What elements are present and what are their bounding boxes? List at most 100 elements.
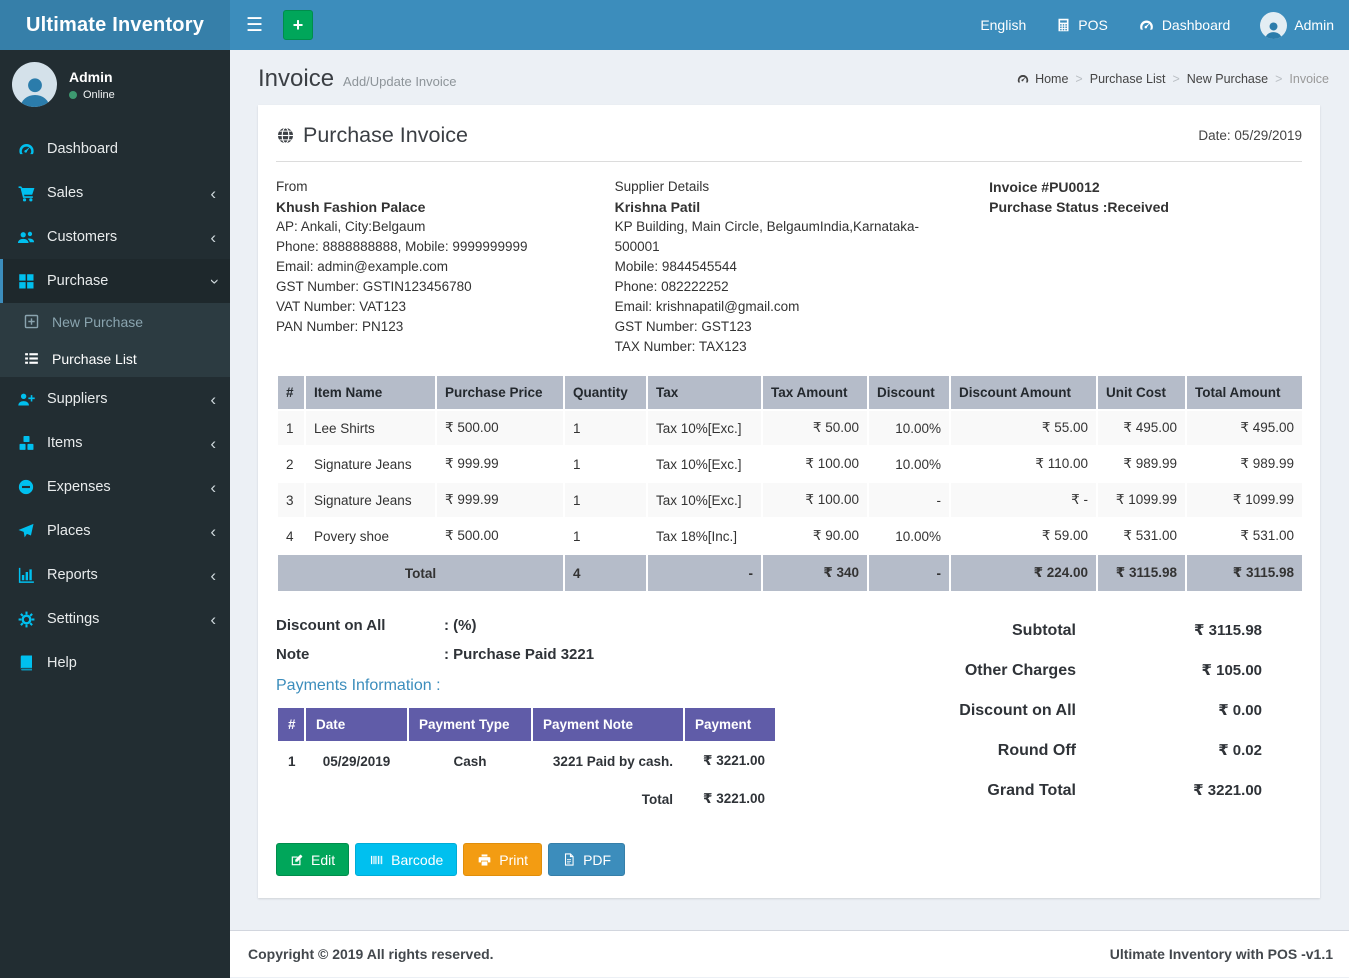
table-cell: Tax 10%[Exc.] bbox=[646, 409, 763, 447]
sidebar-item-expenses[interactable]: Expenses ‹ bbox=[0, 465, 230, 509]
table-cell: 2 bbox=[276, 445, 306, 483]
discount-on-all-value: : (%) bbox=[444, 617, 477, 634]
user-status[interactable]: Online bbox=[69, 89, 115, 101]
minus-circle-icon bbox=[16, 477, 36, 497]
app-logo[interactable]: Ultimate Inventory bbox=[0, 0, 230, 50]
breadcrumb-new-purchase[interactable]: New Purchase bbox=[1187, 72, 1268, 86]
sidebar: Admin Online Dashboard Sales ‹ Customers… bbox=[0, 50, 230, 978]
table-cell: ₹ 531.00 bbox=[1096, 517, 1187, 555]
table-cell: ₹ 100.00 bbox=[761, 481, 869, 519]
table-cell: Tax 10%[Exc.] bbox=[646, 445, 763, 483]
from-name: Khush Fashion Palace bbox=[276, 199, 426, 215]
table-cell: Signature Jeans bbox=[304, 481, 437, 519]
sidebar-item-label: Items bbox=[47, 435, 83, 451]
nav-dashboard-label: Dashboard bbox=[1161, 17, 1231, 33]
sidebar-item-items[interactable]: Items ‹ bbox=[0, 421, 230, 465]
sidebar-item-reports[interactable]: Reports ‹ bbox=[0, 553, 230, 597]
nav-dashboard[interactable]: Dashboard bbox=[1123, 0, 1246, 50]
sidebar-item-purchase-list[interactable]: Purchase List bbox=[0, 340, 230, 377]
table-cell: 1 bbox=[563, 409, 648, 447]
payments-total-row: Total ₹ 3221.00 bbox=[276, 779, 777, 819]
table-cell: 1 bbox=[563, 517, 648, 555]
nav-language[interactable]: English bbox=[965, 0, 1041, 50]
chevron-left-icon: ‹ bbox=[210, 521, 216, 541]
discount-on-all-label: Discount on All bbox=[276, 617, 386, 634]
column-header: Tax Amount bbox=[761, 374, 869, 411]
summary-row-round-off: Round Off ₹ 0.02 bbox=[871, 741, 1302, 760]
sidebar-item-suppliers[interactable]: Suppliers ‹ bbox=[0, 377, 230, 421]
table-cell: 05/29/2019 bbox=[304, 741, 409, 781]
edit-button[interactable]: Edit bbox=[276, 843, 350, 876]
sidebar-item-help[interactable]: Help bbox=[0, 641, 230, 685]
summary-value: ₹ 105.00 bbox=[1201, 662, 1262, 679]
sidebar-item-new-purchase[interactable]: New Purchase bbox=[0, 303, 230, 340]
sidebar-item-label: New Purchase bbox=[52, 313, 144, 330]
table-cell: Povery shoe bbox=[304, 517, 437, 555]
table-cell: 1 bbox=[276, 409, 306, 447]
sidebar-item-customers[interactable]: Customers ‹ bbox=[0, 215, 230, 259]
sidebar-item-sales[interactable]: Sales ‹ bbox=[0, 171, 230, 215]
barcode-button[interactable]: Barcode bbox=[355, 843, 458, 876]
payments-total-value: ₹ 3221.00 bbox=[683, 779, 777, 819]
table-cell: ₹ 1099.99 bbox=[1096, 481, 1187, 519]
invoice-number: Invoice #PU0012 bbox=[989, 179, 1100, 195]
invoice-heading: Purchase Invoice bbox=[276, 123, 468, 148]
avatar bbox=[1260, 11, 1288, 39]
discount-on-all-line: Discount on All : (%) bbox=[276, 617, 871, 634]
supplier-name: Krishna Patil bbox=[614, 199, 701, 215]
payments-table-header: # Date Payment Type Payment Note Payment bbox=[276, 706, 777, 743]
invoice-card: Purchase Invoice Date: 05/29/2019 From K… bbox=[258, 105, 1320, 898]
nav-pos-label: POS bbox=[1078, 17, 1108, 33]
add-button[interactable]: + bbox=[283, 10, 314, 40]
total-tax: - bbox=[646, 553, 763, 593]
table-cell: 3 bbox=[276, 481, 306, 519]
app-title: Ultimate Inventory bbox=[25, 13, 205, 36]
sidebar-item-label: Customers bbox=[47, 229, 118, 245]
book-icon bbox=[16, 653, 36, 673]
top-navbar: Ultimate Inventory ☰ + English POS Dashb… bbox=[0, 0, 1349, 50]
total-amount: ₹ 3115.98 bbox=[1185, 553, 1304, 593]
invoice-parties: From Khush Fashion Palace AP: Ankali, Ci… bbox=[276, 177, 1302, 357]
nav-language-label: English bbox=[980, 17, 1027, 33]
table-cell: Lee Shirts bbox=[304, 409, 437, 447]
from-vat: VAT Number: VAT123 bbox=[276, 299, 407, 314]
sidebar-item-purchase[interactable]: Purchase ‹ bbox=[0, 259, 230, 303]
table-cell: 1 bbox=[276, 741, 306, 781]
from-gst: GST Number: GSTIN123456780 bbox=[276, 279, 472, 294]
total-label: Total bbox=[276, 553, 565, 593]
print-button[interactable]: Print bbox=[463, 843, 543, 876]
table-cell: ₹ 110.00 bbox=[949, 445, 1098, 483]
from-block: From Khush Fashion Palace AP: Ankali, Ci… bbox=[276, 177, 615, 357]
breadcrumb-purchase-list[interactable]: Purchase List bbox=[1090, 72, 1166, 86]
breadcrumb-separator: > bbox=[1172, 72, 1180, 86]
breadcrumb-invoice: Invoice bbox=[1289, 72, 1329, 86]
nav-pos[interactable]: POS bbox=[1041, 0, 1123, 50]
from-address: AP: Ankali, City:Belgaum bbox=[276, 219, 426, 234]
edit-icon bbox=[290, 853, 304, 867]
totals-summary: Subtotal ₹ 3115.98 Other Charges ₹ 105.0… bbox=[871, 617, 1302, 821]
chevron-left-icon: ‹ bbox=[210, 389, 216, 409]
sidebar-item-places[interactable]: Places ‹ bbox=[0, 509, 230, 553]
dashboard-icon bbox=[16, 139, 36, 159]
nav-user[interactable]: Admin bbox=[1245, 0, 1349, 50]
chevron-left-icon: ‹ bbox=[210, 433, 216, 453]
column-header: Purchase Price bbox=[435, 374, 565, 411]
table-cell: ₹ 999.99 bbox=[435, 481, 565, 519]
table-row: 2 Signature Jeans ₹ 999.99 1 Tax 10%[Exc… bbox=[276, 445, 1304, 483]
sidebar-item-label: Suppliers bbox=[47, 391, 108, 407]
column-header: Discount Amount bbox=[949, 374, 1098, 411]
breadcrumb-home[interactable]: Home bbox=[1016, 72, 1068, 86]
table-row: 3 Signature Jeans ₹ 999.99 1 Tax 10%[Exc… bbox=[276, 481, 1304, 519]
summary-value: ₹ 0.02 bbox=[1218, 742, 1262, 759]
table-cell: ₹ 1099.99 bbox=[1185, 481, 1304, 519]
table-cell: Tax 18%[Inc.] bbox=[646, 517, 763, 555]
pdf-button[interactable]: PDF bbox=[548, 843, 626, 876]
chevron-left-icon: ‹ bbox=[210, 477, 216, 497]
table-cell: Cash bbox=[407, 741, 533, 781]
gears-icon bbox=[16, 609, 36, 629]
sidebar-item-label: Purchase bbox=[47, 273, 109, 289]
hamburger-icon[interactable]: ☰ bbox=[230, 0, 279, 50]
sidebar-item-settings[interactable]: Settings ‹ bbox=[0, 597, 230, 641]
column-header: Tax bbox=[646, 374, 763, 411]
sidebar-item-dashboard[interactable]: Dashboard bbox=[0, 127, 230, 171]
